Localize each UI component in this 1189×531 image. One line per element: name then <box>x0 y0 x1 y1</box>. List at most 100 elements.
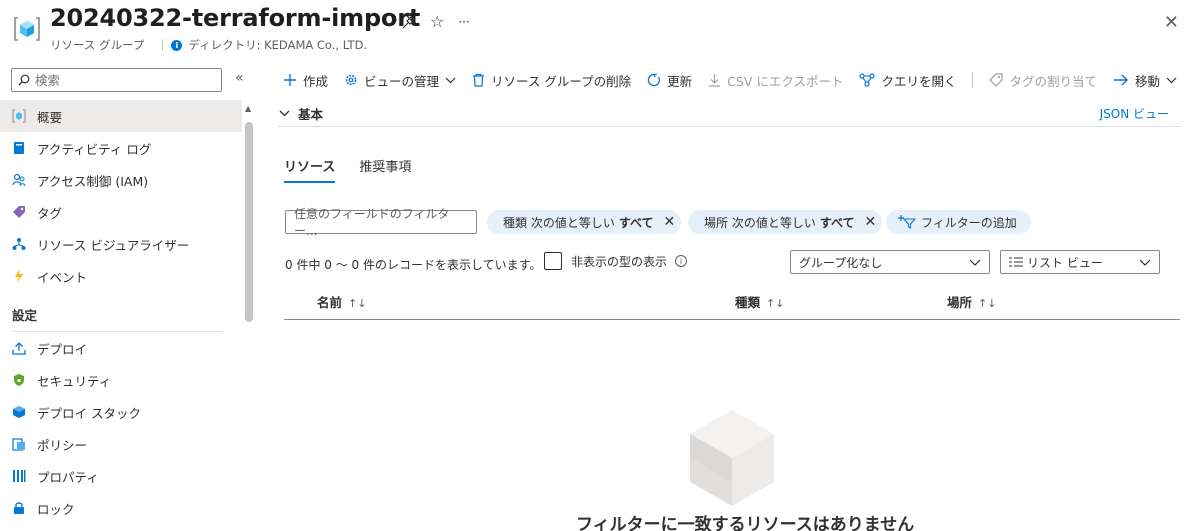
sidebar-item-label: リソース ビジュアライザー <box>37 237 190 253</box>
plus-icon <box>283 73 297 87</box>
properties-icon <box>12 469 26 483</box>
trash-icon <box>472 73 485 87</box>
tab-recommendations[interactable]: 推奨事項 <box>359 156 411 183</box>
sidebar-item-deploy[interactable]: デプロイ <box>0 332 242 364</box>
tab-bar: リソース 推奨事項 <box>284 156 411 183</box>
section-settings: 設定 <box>12 307 38 323</box>
divider <box>12 331 222 332</box>
refresh-button[interactable]: 更新 <box>647 71 692 90</box>
add-filter-button[interactable]: フィルターの追加 <box>886 210 1031 234</box>
tag-icon <box>989 73 1004 87</box>
sidebar-item-label: アクセス制御 (IAM) <box>37 173 149 189</box>
open-query-button[interactable]: クエリを開く <box>859 71 956 90</box>
sidebar-nav: 概要 アクティビティ ログ アクセス制御 (IAM) タグ リソース ビジュアラ… <box>0 100 242 524</box>
sidebar-item-locks[interactable]: ロック <box>0 492 242 524</box>
lock-icon <box>12 501 26 515</box>
sidebar-item-events[interactable]: イベント <box>0 260 242 292</box>
location-filter-pill[interactable]: 場所 次の値と等しい すべて ✕ <box>688 210 883 234</box>
close-icon[interactable]: ✕ <box>1164 12 1179 33</box>
page-title: 20240322-terraform-import <box>50 4 421 32</box>
scroll-up-icon[interactable]: ▲ <box>245 104 251 113</box>
manage-view-button[interactable]: ビューの管理 <box>344 71 456 90</box>
close-icon[interactable]: ✕ <box>664 214 676 230</box>
sidebar-item-label: セキュリティ <box>37 373 112 389</box>
close-icon[interactable]: ✕ <box>865 214 877 230</box>
header-subtitle: リソース グループ i ディレクトリ: KEDAMA Co., LTD. <box>50 37 367 53</box>
gear-icon <box>344 73 358 87</box>
sidebar-item-activity-log[interactable]: アクティビティ ログ <box>0 132 242 164</box>
column-header-location[interactable]: 場所 ↑↓ <box>947 292 996 311</box>
sidebar-item-properties[interactable]: プロパティ <box>0 460 242 492</box>
sidebar-item-security[interactable]: セキュリティ <box>0 364 242 396</box>
show-hidden-types[interactable]: 非表示の型の表示 i <box>544 252 688 270</box>
sort-icon: ↑↓ <box>978 297 997 310</box>
query-icon <box>859 73 876 87</box>
type-filter-pill[interactable]: 種類 次の値と等しい すべて ✕ <box>487 210 682 234</box>
sidebar-item-iam[interactable]: アクセス制御 (IAM) <box>0 164 242 196</box>
info-icon[interactable]: i <box>675 255 688 267</box>
scroll-thumb[interactable] <box>245 122 253 322</box>
lightning-icon <box>12 269 26 283</box>
empty-state-message: フィルターに一致するリソースはありません <box>576 515 915 531</box>
assign-tags-button[interactable]: タグの割り当て <box>989 71 1097 90</box>
chevron-down-icon <box>1139 259 1151 266</box>
essentials-label: 基本 <box>298 107 324 122</box>
collapse-sidebar-icon[interactable]: « <box>235 70 244 86</box>
tab-resources[interactable]: リソース <box>284 156 336 183</box>
info-icon: i <box>171 39 183 51</box>
refresh-icon <box>647 73 661 87</box>
search-icon <box>18 74 30 86</box>
sort-icon: ↑↓ <box>348 297 367 310</box>
visualizer-icon <box>12 237 26 251</box>
iam-icon <box>12 173 26 187</box>
sidebar-item-deploy-stack[interactable]: デプロイ スタック <box>0 396 242 428</box>
delete-resource-group-button[interactable]: リソース グループの削除 <box>472 71 631 90</box>
view-mode-dropdown[interactable]: リスト ビュー <box>1000 250 1160 274</box>
sidebar-scrollbar[interactable]: ▲ <box>244 100 254 531</box>
arrow-right-icon <box>1113 74 1129 86</box>
toolbar-divider <box>972 72 974 88</box>
tag-icon <box>12 205 26 219</box>
pin-icon[interactable] <box>402 15 416 29</box>
header-actions: ☆ ··· <box>402 12 470 31</box>
sidebar-item-label: 概要 <box>37 109 63 125</box>
empty-cube-icon <box>690 410 774 506</box>
directory-label: ディレクトリ: KEDAMA Co., LTD. <box>188 38 368 52</box>
activity-log-icon <box>12 141 26 155</box>
create-button[interactable]: 作成 <box>283 71 328 90</box>
sidebar-item-tags[interactable]: タグ <box>0 196 242 228</box>
resource-group-icon <box>12 109 26 123</box>
move-button[interactable]: 移動 <box>1113 71 1177 90</box>
sort-icon: ↑↓ <box>766 297 785 310</box>
download-icon <box>708 73 721 87</box>
deploy-icon <box>12 341 26 355</box>
list-icon <box>1009 257 1023 267</box>
sidebar-item-label: デプロイ <box>37 341 88 357</box>
more-icon[interactable]: ··· <box>458 15 469 29</box>
star-icon[interactable]: ☆ <box>430 12 444 31</box>
column-header-name[interactable]: 名前 ↑↓ <box>317 292 366 311</box>
resource-type-label: リソース グループ <box>50 38 145 52</box>
search-input[interactable] <box>35 72 205 88</box>
sidebar-item-label: ロック <box>37 501 75 517</box>
sidebar-item-overview[interactable]: 概要 <box>0 100 242 132</box>
column-header-type[interactable]: 種類 ↑↓ <box>735 292 784 311</box>
sidebar-item-policy[interactable]: ポリシー <box>0 428 242 460</box>
grouping-dropdown[interactable]: グループ化なし <box>790 250 990 274</box>
show-hidden-checkbox[interactable] <box>544 252 562 270</box>
chevron-down-icon <box>1166 77 1177 84</box>
sidebar-search[interactable] <box>11 68 222 92</box>
essentials-header[interactable]: 基本 JSON ビュー <box>277 101 1181 127</box>
shield-icon <box>12 373 26 387</box>
filter-input[interactable]: 任意のフィールドのフィルター... <box>285 207 477 238</box>
sidebar-item-label: プロパティ <box>37 469 99 485</box>
chevron-down-icon[interactable] <box>279 110 290 117</box>
export-csv-button[interactable]: CSV にエクスポート <box>708 71 843 90</box>
sidebar-item-visualizer[interactable]: リソース ビジュアライザー <box>0 228 242 260</box>
sidebar-item-label: イベント <box>37 269 88 285</box>
json-view-link[interactable]: JSON ビュー <box>1100 105 1169 122</box>
cube-icon <box>12 405 26 419</box>
sidebar-item-label: ポリシー <box>37 437 88 453</box>
policy-icon <box>12 437 26 451</box>
add-filter-icon <box>898 215 916 229</box>
